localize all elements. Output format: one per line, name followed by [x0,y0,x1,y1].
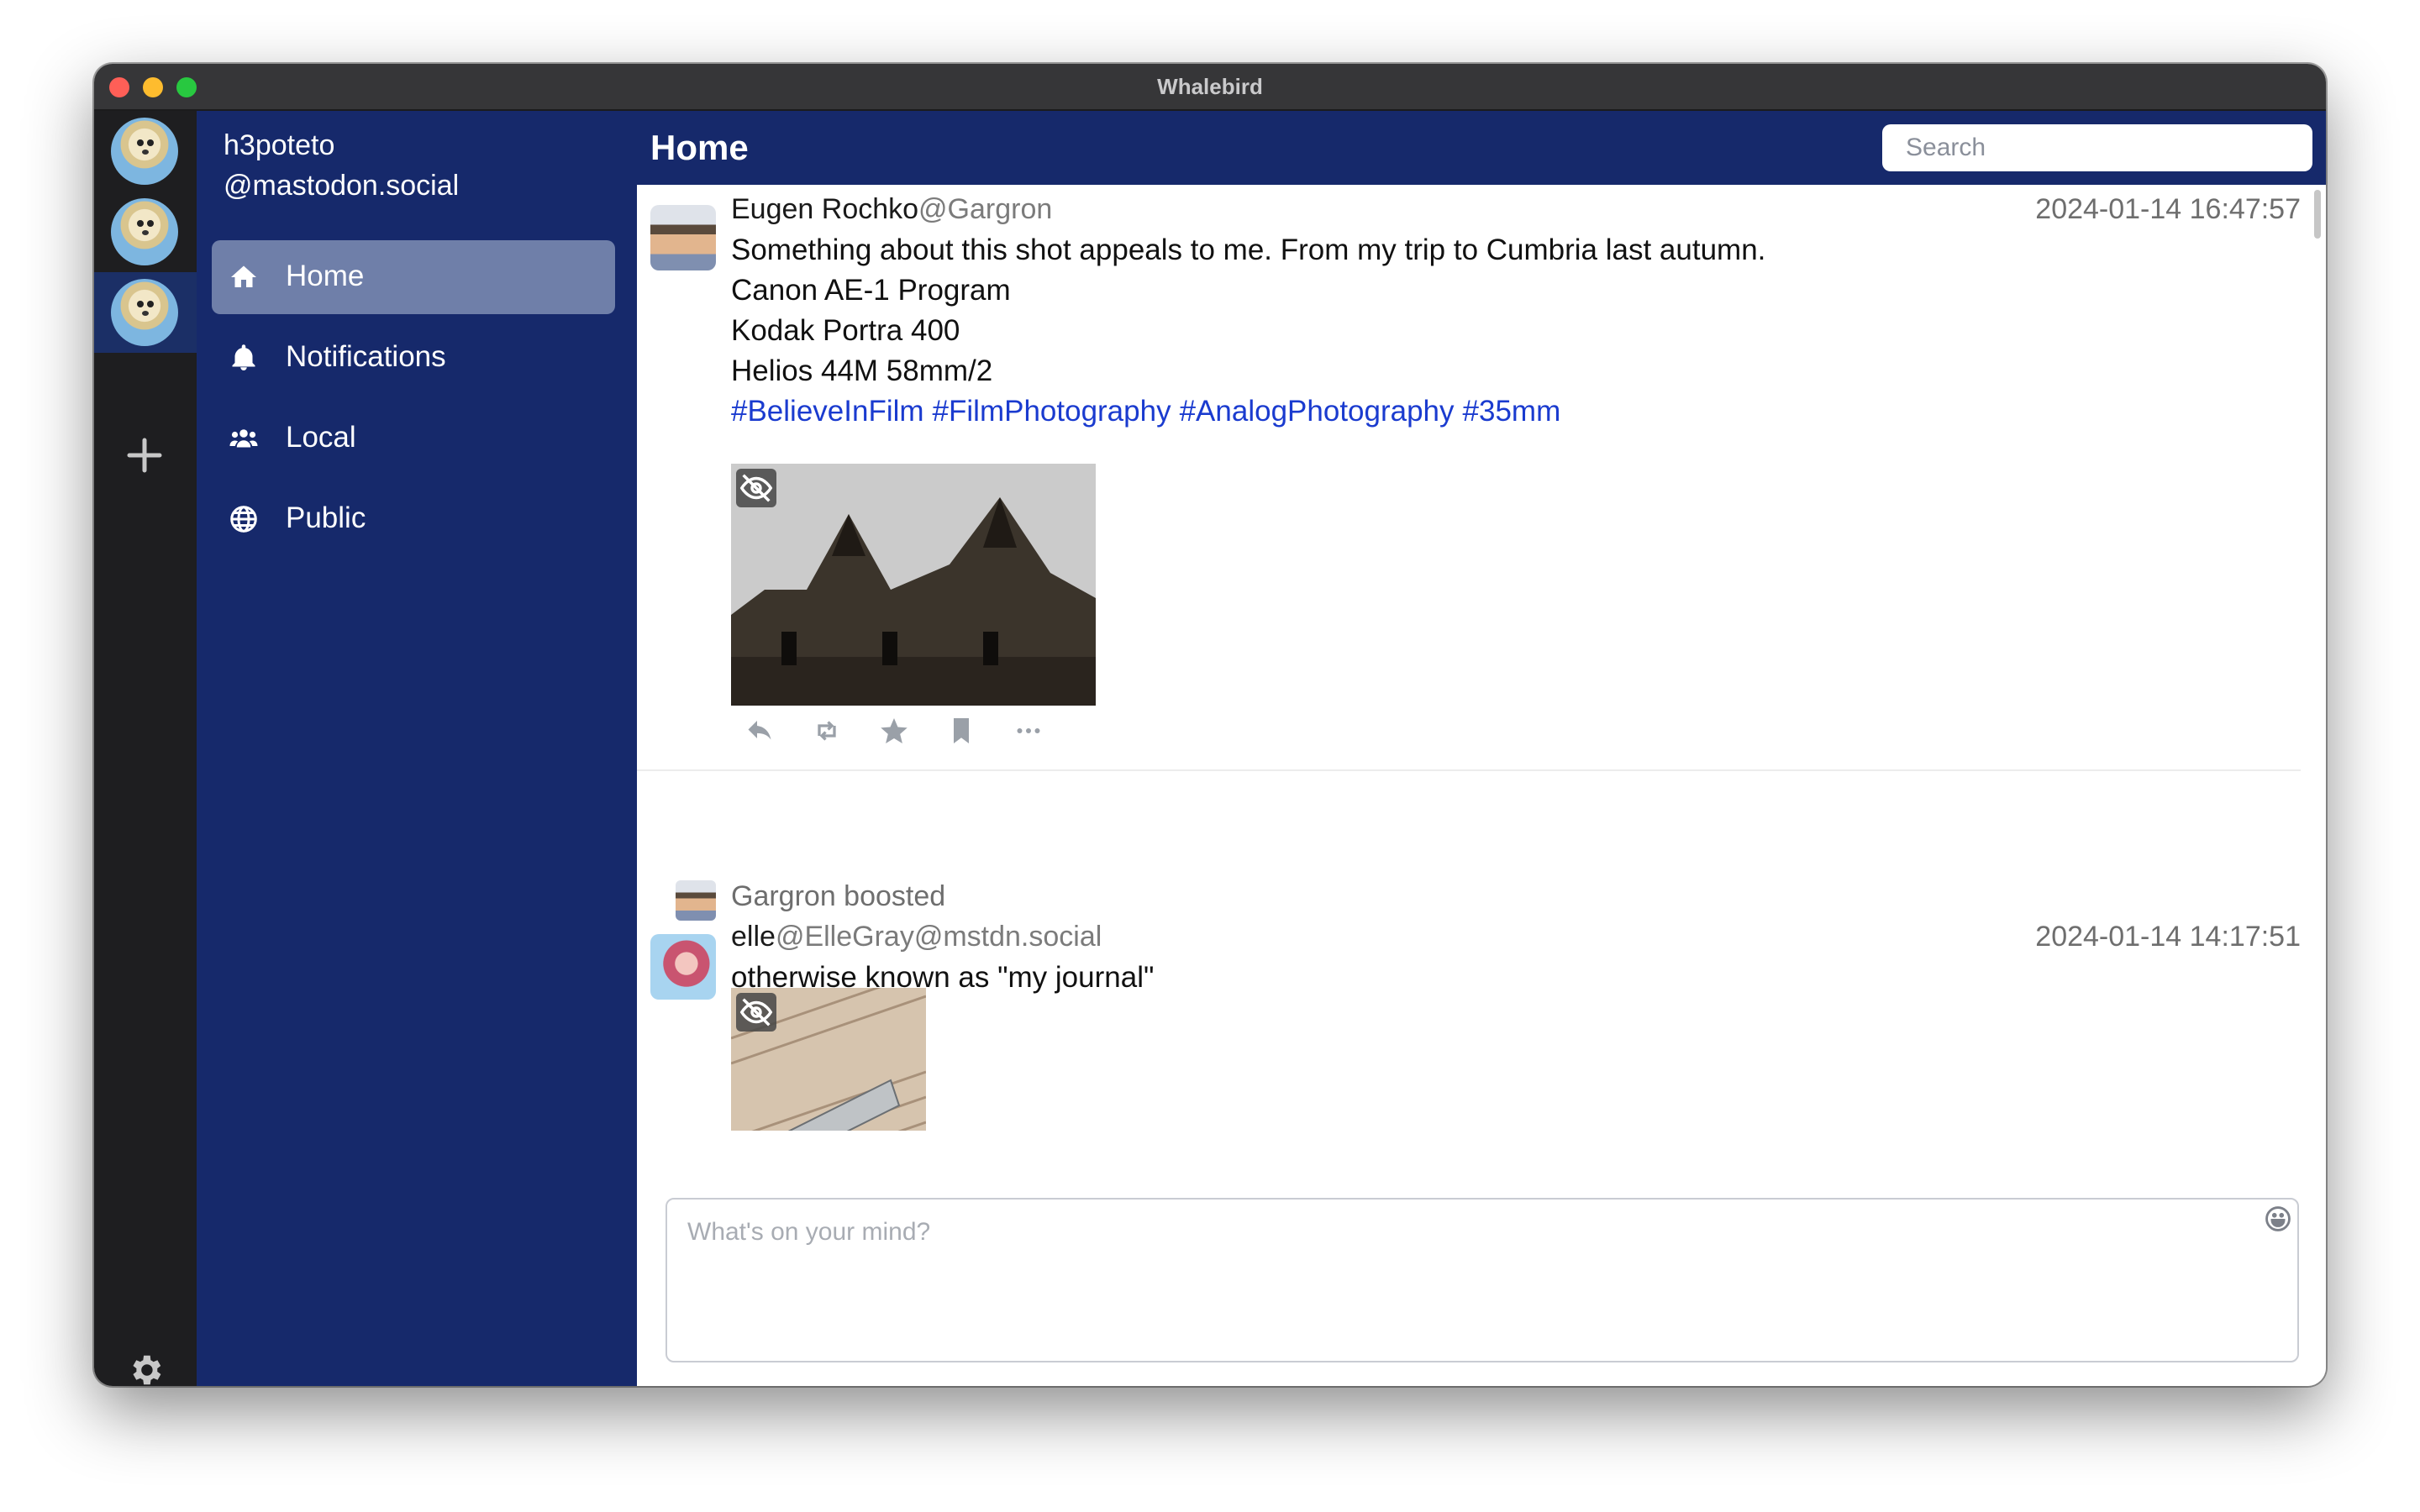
plus-icon [127,438,162,473]
account-switcher [94,111,197,1386]
status-display-name: elle [731,921,776,953]
status-time[interactable]: 2024-01-14 16:47:57 [2035,193,2301,226]
bear-avatar-icon [111,118,178,185]
more-icon[interactable] [1013,716,1044,746]
window-title: Whalebird [1157,74,1263,99]
page-title: Home [650,128,749,167]
add-account-button[interactable] [119,430,170,480]
account-item-2[interactable] [94,192,197,272]
hide-media-button[interactable] [736,993,776,1032]
sidebar-item-public[interactable]: Public [212,482,615,556]
status-author[interactable]: Eugen Rochko@Gargron [731,193,1052,226]
favourite-star-icon[interactable] [879,716,909,746]
sidebar-item-local[interactable]: Local [212,402,615,475]
timeline-scrollbar[interactable] [2314,190,2321,239]
status-content-line: Canon AE-1 Program [731,274,1011,307]
hashtag-link[interactable]: #AnalogPhotography [1180,395,1455,428]
status-divider [637,769,2301,771]
eye-slash-icon [739,998,773,1026]
account-username: h3poteto [224,129,335,161]
bookmark-icon[interactable] [946,716,976,746]
hashtag-link[interactable]: #BelieveInFilm [731,395,924,428]
globe-icon [230,506,257,533]
status-actions [731,706,1084,756]
status-author[interactable]: elle@ElleGray@mstdn.social [731,921,1102,953]
sidebar-item-label: Home [286,260,365,292]
compose-toolbar: CW 500 [666,1379,2299,1386]
reply-icon[interactable] [744,716,775,746]
bear-avatar-icon [111,198,178,265]
main-header: Home [637,111,2326,185]
gear-icon [133,1355,161,1385]
settings-button[interactable] [126,1351,165,1386]
booster-avatar[interactable] [676,880,716,921]
status-content-line: Something about this shot appeals to me.… [731,234,1766,266]
account-item-3[interactable] [94,272,197,353]
timeline[interactable]: Eugen Rochko@Gargron 2024-01-14 16:47:57… [637,185,2326,1131]
status-display-name: Eugen Rochko [731,193,919,225]
avatar[interactable] [650,934,716,1000]
sidebar-item-label: Local [286,421,356,454]
status-hashtags: #BelieveInFilm #FilmPhotography #AnalogPho… [731,395,1569,428]
status-acct: @Gargron [918,193,1053,225]
hashtag-link[interactable]: #FilmPhotography [933,395,1171,428]
users-icon [229,429,258,448]
title-bar: Whalebird [94,64,2326,111]
sidebar: h3poteto @mastodon.social Home Notificat… [197,111,637,1386]
account-domain: @mastodon.social [224,170,460,202]
sidebar-item-label: Public [286,501,366,534]
hashtag-link[interactable]: #35mm [1463,395,1561,428]
status-media-image[interactable] [731,464,1096,706]
eye-slash-icon [739,474,773,502]
church-photo [731,464,1096,706]
main-pane: Home Eugen Rochko@Gargron 2024-01-14 16:… [637,111,2326,1386]
status-content-line: Kodak Portra 400 [731,314,960,347]
boost-icon[interactable] [812,716,842,746]
sidebar-item-home[interactable]: Home [212,240,615,314]
compose-textarea[interactable] [667,1200,2297,1361]
app-window: Whalebird h3poteto @mastodon.social Home… [94,64,2326,1386]
bell-icon [232,344,255,370]
compose-box [666,1198,2299,1362]
status-media-image[interactable] [731,988,926,1131]
status-content-line: Helios 44M 58mm/2 [731,354,993,387]
account-item-1[interactable] [94,111,197,192]
avatar[interactable] [650,205,716,270]
sidebar-item-label: Notifications [286,340,446,373]
boost-label: Gargron boosted [731,880,946,912]
home-icon [231,265,256,287]
status-acct: @ElleGray@mstdn.social [775,921,1102,953]
hide-media-button[interactable] [736,469,776,507]
bear-avatar-icon [111,279,178,346]
search-input[interactable] [1882,124,2312,171]
status-time[interactable]: 2024-01-14 14:17:51 [2035,921,2301,953]
sidebar-item-notifications[interactable]: Notifications [212,321,615,395]
emoji-icon[interactable] [2264,1205,2292,1233]
